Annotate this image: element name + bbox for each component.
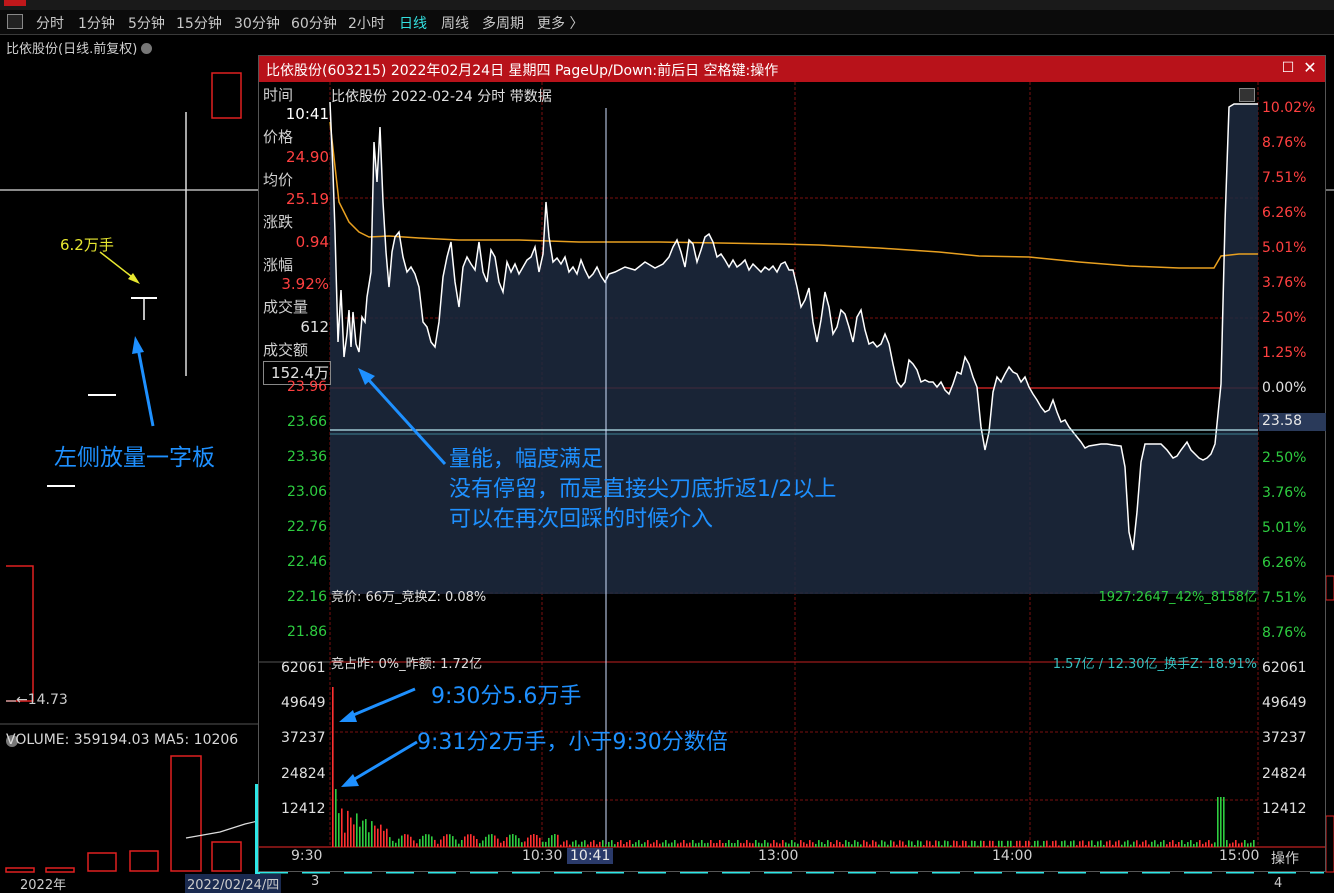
cursor-date-label: 2022/02/24/四: [185, 874, 282, 893]
volume-indicator-text: VOLUME: 359194.03 MA5: 10206: [6, 732, 239, 748]
tab-2hour[interactable]: 2小时: [348, 13, 385, 33]
tab-60min[interactable]: 60分钟: [291, 13, 337, 33]
popup-annotation-arrows: [339, 368, 447, 787]
year-label: 2022年: [20, 878, 67, 893]
volume-indicator-line: VOLUME: 359194.03 MA5: 10206: [6, 732, 238, 748]
axis-label-4: 4: [1274, 876, 1283, 891]
left-annotation-arrows: [99, 251, 155, 427]
intraday-popup-window[interactable]: 比依股份(603215) 2022年02月24日 星期四 PageUp/Down…: [258, 55, 1326, 872]
price-pointer-label: ←14.73: [16, 692, 68, 708]
tab-daily[interactable]: 日线: [399, 13, 427, 33]
axis-label-3: 3: [311, 874, 320, 889]
tab-multi-period[interactable]: 多周期: [482, 13, 524, 33]
tab-more[interactable]: 更多 〉: [537, 13, 583, 33]
tab-weekly[interactable]: 周线: [441, 13, 469, 33]
